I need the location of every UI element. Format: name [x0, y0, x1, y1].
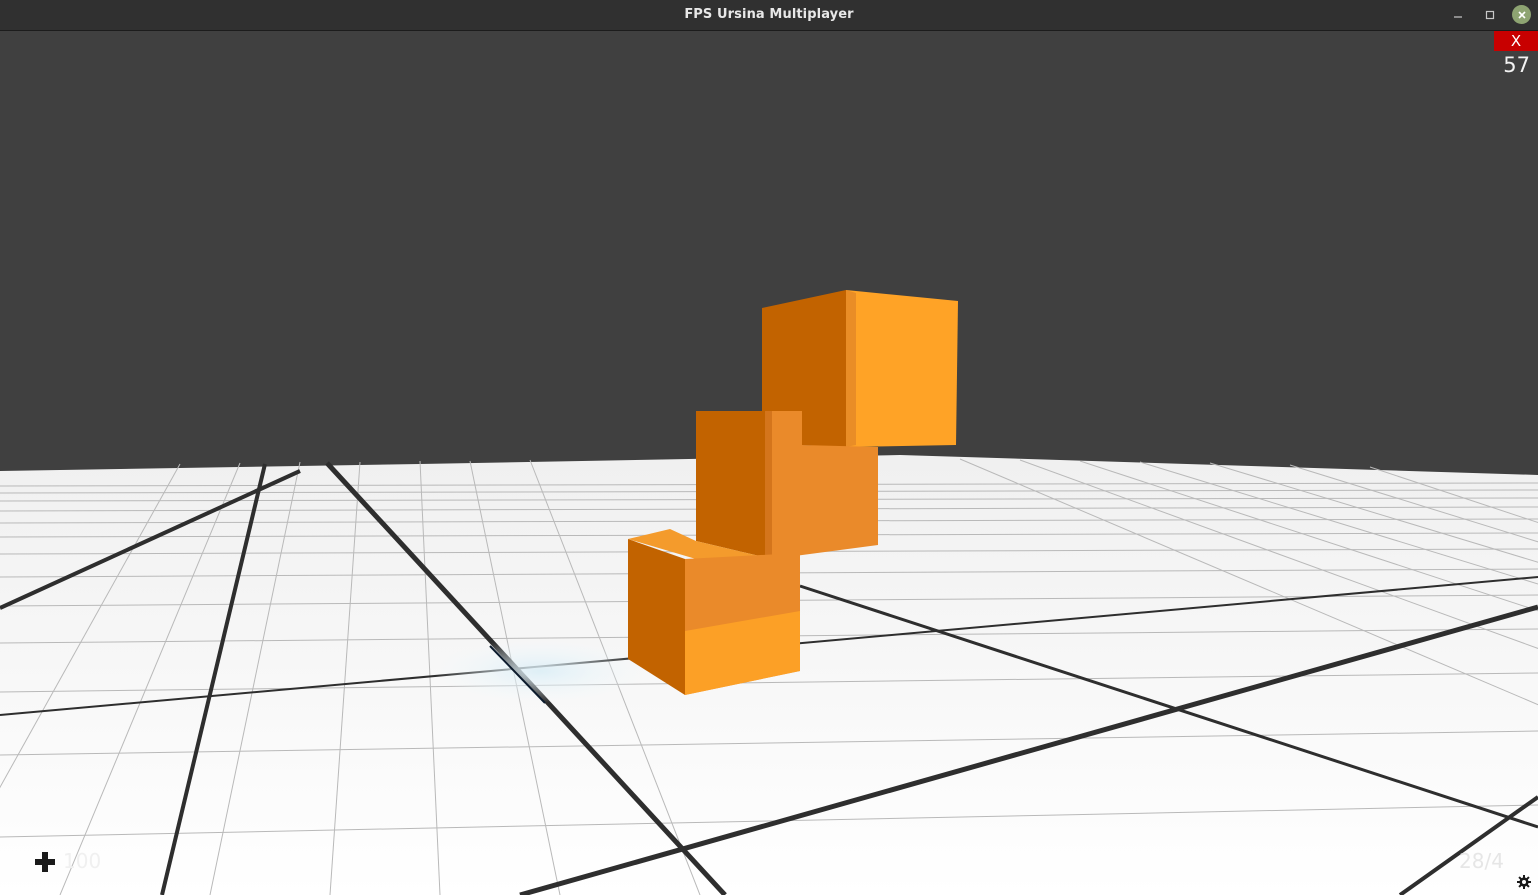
gear-icon[interactable]	[1516, 874, 1532, 890]
exit-button[interactable]: X	[1494, 31, 1538, 51]
fps-counter: 57	[1503, 53, 1530, 77]
window-title: FPS Ursina Multiplayer	[684, 7, 854, 22]
ammo-counter: 28/4	[1459, 849, 1504, 873]
player-shadow	[435, 639, 645, 703]
window-titlebar[interactable]: FPS Ursina Multiplayer	[0, 0, 1538, 31]
maximize-icon[interactable]	[1481, 6, 1499, 24]
game-scene	[0, 290, 1538, 895]
health-value: 100	[63, 849, 102, 873]
close-icon[interactable]	[1512, 5, 1531, 24]
game-viewport[interactable]: X 57 100 28/4	[0, 31, 1538, 895]
minimize-icon[interactable]	[1449, 6, 1467, 24]
plus-health-icon	[34, 851, 56, 873]
